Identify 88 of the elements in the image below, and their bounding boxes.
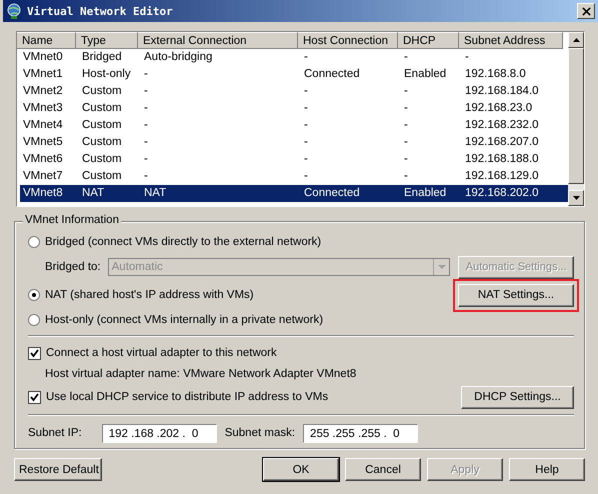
window-title: Virtual Network Editor xyxy=(27,4,173,18)
radio-label[interactable]: Bridged (connect VMs directly to the external network) xyxy=(45,236,322,248)
table-row[interactable]: VMnet5 Custom - - - 192.168.207.0 xyxy=(20,134,568,151)
table-cell-text: Custom xyxy=(81,84,123,99)
table-cell-text: VMnet6 xyxy=(22,152,64,167)
table-cell-text: Custom xyxy=(81,118,123,133)
table-row[interactable]: VMnet4 Custom - - - 192.168.232.0 xyxy=(20,117,568,134)
table-cell-text: - xyxy=(303,84,309,99)
table-cell-text: - xyxy=(303,169,309,184)
table-cell-text: - xyxy=(143,169,149,184)
table-cell-text: VMnet5 xyxy=(22,135,64,150)
adapter-name-text: Host virtual adapter name: VMware Network Adapter VMnet8 xyxy=(45,368,356,380)
table-cell-text: - xyxy=(403,169,409,184)
table-cell-text: VMnet2 xyxy=(22,84,64,99)
table-cell-text: 192.168.23.0 xyxy=(464,101,534,116)
table-cell-text: - xyxy=(303,152,309,167)
table-cell-text: NAT xyxy=(81,186,106,201)
group-title: VMnet Information xyxy=(23,214,121,226)
subnet-mask-field[interactable]: 255 .255 .255 . 0 xyxy=(303,424,418,442)
table-cell-text: - xyxy=(143,152,149,167)
table-cell-text: 192.168.129.0 xyxy=(464,169,540,184)
table-cell-text: VMnet1 xyxy=(22,67,64,82)
dhcp-settings-button[interactable]: DHCP Settings... xyxy=(461,386,574,408)
table-cell-text: - xyxy=(143,67,149,82)
table-cell-text: Enabled xyxy=(403,186,448,201)
table-cell-text: NAT xyxy=(143,186,168,201)
table-cell-text: - xyxy=(303,118,309,133)
table-cell-text: 192.168.188.0 xyxy=(464,152,540,167)
nat-settings-button[interactable]: NAT Settings... xyxy=(458,284,574,306)
table-cell-text: - xyxy=(143,101,149,116)
table-row[interactable]: VMnet3 Custom - - - 192.168.23.0 xyxy=(20,100,568,117)
radio-label[interactable]: NAT (shared host's IP address with VMs) xyxy=(45,289,254,301)
table-cell-text: 192.168.8.0 xyxy=(464,67,527,82)
dialog-button[interactable]: Help xyxy=(509,458,585,481)
table-cell-text: - xyxy=(403,84,409,99)
table-cell-text: - xyxy=(403,135,409,150)
table-cell-text: 192.168.207.0 xyxy=(464,135,540,150)
dialog-button[interactable]: OK xyxy=(263,458,339,481)
subnet-ip-field[interactable]: 192 .168 .202 . 0 xyxy=(102,424,217,442)
table-cell-text: Custom xyxy=(81,152,123,167)
table-cell-text: - xyxy=(403,152,409,167)
table-row[interactable]: VMnet7 Custom - - - 192.168.129.0 xyxy=(20,168,568,185)
table-row[interactable]: VMnet8 NAT NAT Connected Enabled 192.168.202.0 xyxy=(20,185,568,202)
table-cell-text: Auto-bridging xyxy=(143,50,214,65)
column-header[interactable]: Type xyxy=(76,32,138,49)
table-cell-text: 192.168.232.0 xyxy=(464,118,540,133)
column-header[interactable]: DHCP xyxy=(398,32,459,49)
restore-default-button[interactable]: Restore Default xyxy=(14,458,102,481)
table-cell-text: VMnet7 xyxy=(22,169,64,184)
subnet-mask-label: Subnet mask: xyxy=(224,427,296,439)
table-cell-text: Custom xyxy=(81,135,123,150)
table-cell-text: VMnet8 xyxy=(22,186,64,201)
table-cell-text: - xyxy=(143,84,149,99)
table-cell-text: Bridged xyxy=(81,50,123,65)
column-header[interactable]: External Connection xyxy=(138,32,298,49)
table-cell-text: Custom xyxy=(81,169,123,184)
dialog-button[interactable]: Cancel xyxy=(345,458,421,481)
table-cell-text: - xyxy=(303,101,309,116)
table-cell-text: Custom xyxy=(81,101,123,116)
table-row[interactable]: VMnet0 Bridged Auto-bridging - - - xyxy=(20,49,568,66)
column-header[interactable]: Name xyxy=(17,32,76,49)
subnet-ip-label: Subnet IP: xyxy=(28,427,82,439)
table-cell-text: VMnet4 xyxy=(22,118,64,133)
table-cell-text: - xyxy=(403,50,409,65)
table-cell-text: Connected xyxy=(303,186,361,201)
table-cell-text: 192.168.184.0 xyxy=(464,84,540,99)
table-cell-text: VMnet3 xyxy=(22,101,64,116)
table-cell-text: - xyxy=(303,50,309,65)
table-cell-text: Enabled xyxy=(403,67,448,82)
checkbox-label[interactable]: Use local DHCP service to distribute IP address to VMs xyxy=(46,391,328,403)
radio-label[interactable]: Host-only (connect VMs internally in a private network) xyxy=(45,314,324,326)
table-cell-text: - xyxy=(403,118,409,133)
table-cell-text: - xyxy=(143,118,149,133)
checkbox-label[interactable]: Connect a host virtual adapter to this network xyxy=(46,347,277,359)
table-row[interactable]: VMnet6 Custom - - - 192.168.188.0 xyxy=(20,151,568,168)
table-cell-text: - xyxy=(403,101,409,116)
table-cell-text: 192.168.202.0 xyxy=(464,186,540,201)
table-cell-text: - xyxy=(464,50,470,65)
table-cell-text: Host-only xyxy=(81,67,132,82)
table-row[interactable]: VMnet1 Host-only - Connected Enabled 192.168.8.0 xyxy=(20,66,568,83)
table-cell-text: - xyxy=(143,135,149,150)
table-row[interactable]: VMnet2 Custom - - - 192.168.184.0 xyxy=(20,83,568,100)
table-cell-text: - xyxy=(303,135,309,150)
table-cell-text: VMnet0 xyxy=(22,50,64,65)
bridged-to-label: Bridged to: xyxy=(45,261,101,273)
table-cell-text: Connected xyxy=(303,67,361,82)
column-header[interactable]: Host Connection xyxy=(298,32,398,49)
column-header[interactable]: Subnet Address xyxy=(459,32,563,49)
